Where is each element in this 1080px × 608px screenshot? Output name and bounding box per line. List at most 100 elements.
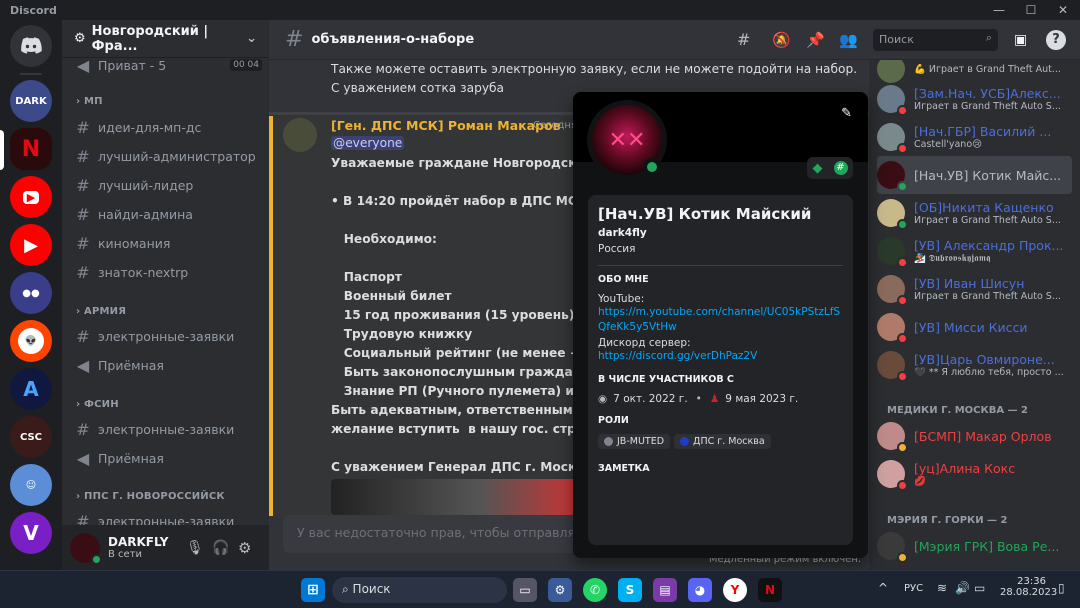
hash-icon: # xyxy=(76,146,90,166)
server-reddit-icon[interactable]: 👽 xyxy=(10,320,52,362)
headphones-icon[interactable]: 🎧 xyxy=(212,540,229,556)
microphone-icon[interactable]: 🎙 xyxy=(186,540,204,556)
threads-icon[interactable]: # xyxy=(737,30,750,49)
channel-header: # объявления-о-наборе # 🔕 📌 👥 Поиск ⌕ ▣ … xyxy=(269,20,1080,60)
tray-chevron-icon[interactable]: ^ xyxy=(878,581,888,595)
server-dark-icon[interactable]: DARK xyxy=(10,80,52,122)
battery-icon[interactable]: ▭ xyxy=(974,581,985,595)
settings-app-icon[interactable]: ⚙ xyxy=(548,578,572,602)
attachment-image[interactable] xyxy=(331,479,581,515)
notifications-icon[interactable]: ▯ xyxy=(1058,581,1065,595)
message-author[interactable]: [Ген. ДПС МСК] Роман Макаров xyxy=(331,118,561,133)
channel-army-reception[interactable]: ◀ Приёмная xyxy=(72,352,262,378)
server-csc-icon[interactable]: CSC xyxy=(10,416,52,458)
member-item[interactable]: [УВ] Александр Прок... 🏂 𝕯𝖚𝖇𝖗𝖔𝖛𝖘𝖐𝖞𝖏𝖆𝖒𝖖 xyxy=(877,232,1072,270)
hash-icon: # xyxy=(76,419,90,439)
wifi-icon[interactable]: ≋ xyxy=(937,581,947,595)
channel-pps-requests[interactable]: # электронные-заявки xyxy=(72,508,262,526)
skype-icon[interactable]: S xyxy=(618,578,642,602)
avatar[interactable] xyxy=(70,532,102,565)
category-fsin[interactable]: › ФСИН xyxy=(76,399,119,410)
close-icon[interactable]: ✕ xyxy=(1047,0,1079,20)
channel-army-requests[interactable]: # электронные-заявки xyxy=(72,323,262,349)
category-mp[interactable]: › МП xyxy=(76,96,103,107)
message-line: • В 14:20 пройдёт набор в ДПС МСК в Д xyxy=(331,194,614,208)
clapperboard-icon[interactable]: ▤ xyxy=(653,578,677,602)
message-line: Уважаемые граждане Новгородского xyxy=(331,156,600,170)
role-tag[interactable]: ДПС г. Москва xyxy=(674,434,771,449)
server-youtube-orange-icon[interactable]: ▶ xyxy=(10,176,52,218)
edit-pencil-icon[interactable]: ✎ xyxy=(841,106,852,121)
maximize-icon[interactable]: ☐ xyxy=(1015,0,1047,20)
channel-privat[interactable]: ◀ Приват - 5 00 04 xyxy=(72,52,262,78)
channel-best-admin[interactable]: # лучший-администратор xyxy=(72,143,262,169)
channel-znatok[interactable]: # знаток-nextrp xyxy=(72,259,262,285)
volume-icon[interactable]: 🔊 xyxy=(955,581,970,595)
member-item[interactable]: [Мэрия ГРК] Вова Ре... xyxy=(877,527,1072,565)
channel-best-leader[interactable]: # лучший-лидер xyxy=(72,172,262,198)
windows-start-icon[interactable]: ⊞ xyxy=(301,578,325,602)
youtube-link[interactable]: https://m.youtube.com/channel/UC05kPStzL… xyxy=(598,305,843,335)
member-item[interactable]: [УВ] Иван Шисун Играет в Grand Theft Auto… xyxy=(877,270,1072,308)
note-title: ЗАМЕТКА xyxy=(598,463,650,474)
netflix-icon[interactable]: N xyxy=(758,578,782,602)
member-item[interactable]: [УВ] Мисси Кисси xyxy=(877,308,1072,346)
server-group-icon[interactable]: ●● xyxy=(10,272,52,314)
category-pps[interactable]: › ППС Г. НОВОРОССИЙСК xyxy=(76,491,225,502)
inbox-icon[interactable]: ▣ xyxy=(1014,32,1027,48)
profile-avatar[interactable]: ✕✕ xyxy=(587,100,667,180)
voice-count: 00 04 xyxy=(230,59,262,71)
help-icon[interactable]: ? xyxy=(1046,29,1066,50)
author-avatar[interactable] xyxy=(283,118,317,152)
channel-fsin-reception[interactable]: ◀ Приёмная xyxy=(72,445,262,471)
pin-icon[interactable]: 📌 xyxy=(806,31,825,49)
minimize-icon[interactable]: — xyxy=(983,0,1015,20)
server-a-icon[interactable]: A xyxy=(10,368,52,410)
server-rail: DARK N ▶ ▶ ●● 👽 A CSC ☺ V xyxy=(0,20,62,570)
discord-taskbar-icon[interactable]: ◕ xyxy=(688,578,712,602)
member-list-icon[interactable]: 👥 xyxy=(839,31,858,49)
hypesquad-badge-icon[interactable]: ◆ xyxy=(813,161,823,176)
server-v-icon[interactable]: V xyxy=(10,512,52,554)
channel-kinomania[interactable]: # киномания xyxy=(72,230,262,256)
server-novgorod-icon[interactable]: N xyxy=(10,128,52,170)
search-input[interactable]: Поиск ⌕ xyxy=(873,29,998,51)
taskbar-search[interactable]: ⌕ Поиск xyxy=(332,577,507,603)
member-item[interactable]: [Зам.Нач. УСБ]Алекс... Играет в Grand The… xyxy=(877,80,1072,118)
discord-invite-link[interactable]: https://discord.gg/verDhPaz2V xyxy=(598,349,843,364)
message-line: Социальный рейтинг (не менее +500) xyxy=(331,346,612,360)
role-tag[interactable]: JB-MUTED xyxy=(598,434,671,449)
hash-icon: # xyxy=(285,27,304,52)
note-input[interactable] xyxy=(598,474,843,494)
server-anime-icon[interactable]: ☺ xyxy=(10,464,52,506)
discord-home-icon[interactable] xyxy=(10,25,52,67)
roles-title: РОЛИ xyxy=(598,415,629,426)
member-item[interactable]: [БСМП] Макар Орлов xyxy=(877,417,1072,455)
channel-fsin-requests[interactable]: # электронные-заявки xyxy=(72,416,262,442)
gear-icon: ⚙ xyxy=(74,31,86,46)
channel-find-admin[interactable]: # найди-админа xyxy=(72,201,262,227)
hash-icon: # xyxy=(76,233,90,253)
member-item[interactable]: [Нач.ГБР] Василий ... Castell'yano😢 xyxy=(877,118,1072,156)
mute-bell-icon[interactable]: 🔕 xyxy=(772,31,791,49)
active-developer-badge-icon[interactable]: # xyxy=(833,161,848,175)
yandex-icon[interactable]: Y xyxy=(723,578,747,602)
member-item[interactable]: [уц]Алина Кокс 💋 xyxy=(877,455,1072,493)
category-army[interactable]: › АРМИЯ xyxy=(76,306,126,317)
task-view-icon[interactable]: ▭ xyxy=(513,578,537,602)
member-item[interactable]: [ОБ]Никита Кащенко Играет в Grand Theft A… xyxy=(877,194,1072,232)
badges: ◆ # xyxy=(807,157,853,179)
user-status: В сети xyxy=(108,549,143,560)
clock[interactable]: 23:36 28.08.2023 xyxy=(1000,576,1057,598)
language-indicator[interactable]: РУС xyxy=(904,583,923,594)
message-line: Паспорт xyxy=(331,270,402,284)
roles-list: JB-MUTED ДПС г. Москва xyxy=(598,434,843,449)
everyone-mention[interactable]: @everyone xyxy=(331,136,405,150)
settings-gear-icon[interactable]: ⚙ xyxy=(238,539,251,557)
member-since-title: В ЧИСЛЕ УЧАСТНИКОВ С xyxy=(598,374,734,385)
member-item-selected[interactable]: [Нач.УВ] Котик Майс... xyxy=(877,156,1072,194)
member-item[interactable]: [УВ]Царь Овмироне... 🖤 ** Я люблю тебя, п… xyxy=(877,346,1072,384)
channel-ideas[interactable]: # идеи-для-мп-дс xyxy=(72,114,262,140)
whatsapp-icon[interactable]: ✆ xyxy=(583,578,607,602)
server-youtube-icon[interactable]: ▶ xyxy=(10,224,52,266)
